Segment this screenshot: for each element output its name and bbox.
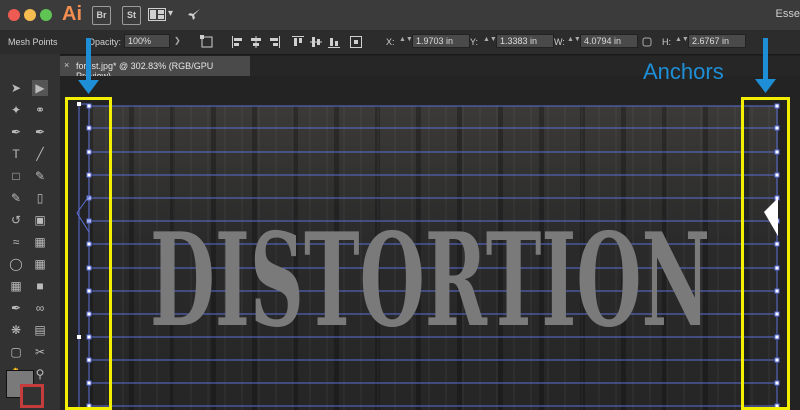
distortion-text[interactable]: DISTORTION <box>150 206 710 356</box>
anchors-label: Anchors <box>643 59 724 84</box>
right-anchor-highlight <box>741 97 790 410</box>
left-anchor-highlight <box>65 97 112 410</box>
